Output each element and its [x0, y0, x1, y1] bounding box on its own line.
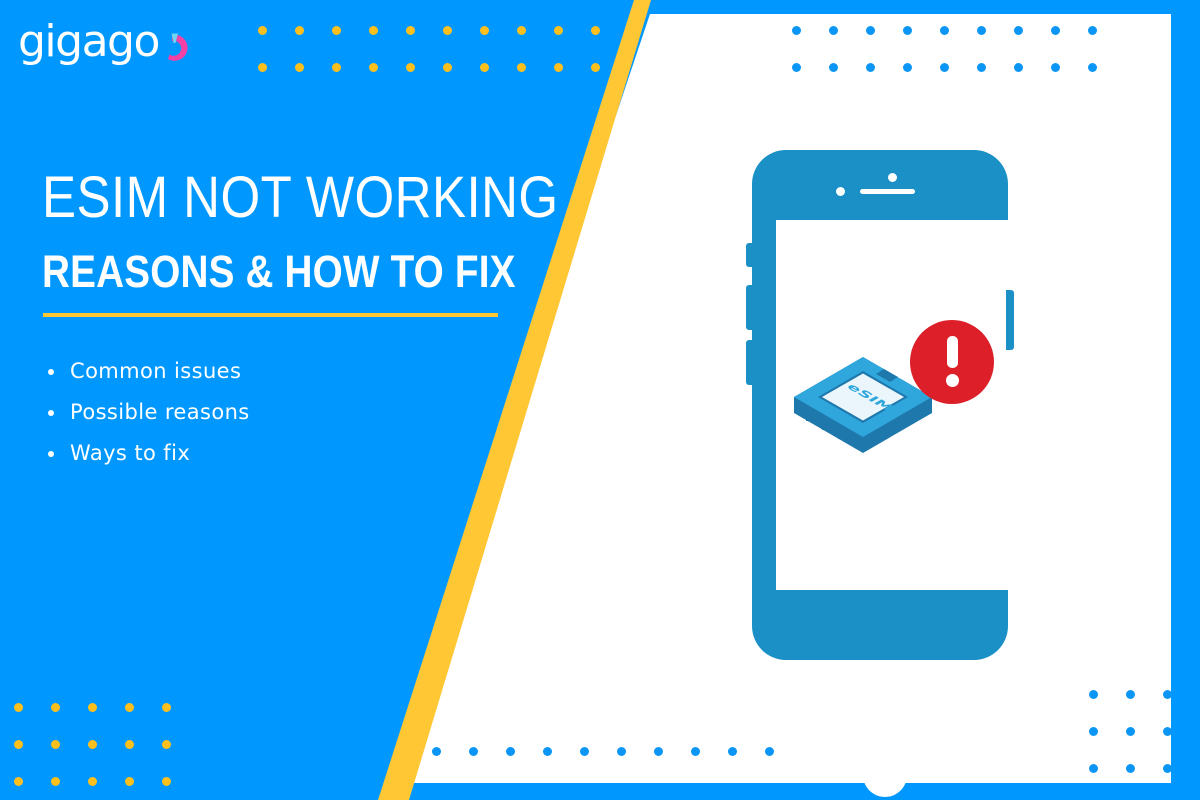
decor-dot: [591, 26, 600, 35]
gauge-arc-icon: [168, 33, 188, 61]
bullet-label: Possible reasons: [70, 400, 250, 424]
decor-dot: [765, 747, 774, 756]
decor-dot: [591, 63, 600, 72]
decor-dot: [1163, 690, 1172, 699]
phone-volume-down-button[interactable]: [746, 340, 754, 385]
decor-dot: [1089, 727, 1098, 736]
decor-dot: [162, 703, 171, 712]
decor-dot: [1126, 727, 1135, 736]
decor-dot: [51, 703, 60, 712]
decor-dot: [617, 747, 626, 756]
decor-dot: [1088, 63, 1097, 72]
decor-dot: [88, 703, 97, 712]
decor-dot: [125, 740, 134, 749]
decor-dot: [903, 63, 912, 72]
phone-power-button[interactable]: [1006, 290, 1014, 350]
decor-dot: [51, 740, 60, 749]
decor-dot: [866, 63, 875, 72]
decor-dot: [728, 747, 737, 756]
decor-dot: [940, 63, 949, 72]
decor-dot: [480, 26, 489, 35]
decor-dot: [977, 63, 986, 72]
decor-dot: [88, 777, 97, 786]
decor-dot: [829, 63, 838, 72]
decor-dot: [443, 26, 452, 35]
decor-dot: [1014, 26, 1023, 35]
phone-home-button[interactable]: [863, 753, 907, 797]
decor-dot: [14, 703, 23, 712]
decor-dot: [258, 26, 267, 35]
bullet-label: Ways to fix: [70, 441, 191, 465]
decor-dot: [469, 747, 478, 756]
phone-camera-icon: [836, 187, 845, 196]
decor-dot: [792, 63, 801, 72]
decor-dot: [480, 63, 489, 72]
phone-sensor-icon: [888, 173, 897, 182]
error-alert-badge: [910, 320, 994, 404]
list-item: Ways to fix: [44, 440, 250, 466]
decor-dot: [14, 777, 23, 786]
headline-divider: [43, 313, 498, 317]
decor-dot: [554, 63, 563, 72]
decor-dot: [1163, 764, 1172, 773]
decor-dot: [977, 26, 986, 35]
decor-dot: [88, 740, 97, 749]
decor-dot: [125, 703, 134, 712]
decor-dot: [866, 26, 875, 35]
decor-dot: [517, 26, 526, 35]
decor-dot: [332, 26, 341, 35]
decor-dot: [369, 26, 378, 35]
decor-dot: [14, 740, 23, 749]
decor-dot: [443, 63, 452, 72]
feature-bullet-list: Common issues Possible reasons Ways to f…: [44, 358, 250, 481]
poster-canvas: gigago ESIM NOT WORKING REASONS & HOW TO…: [0, 0, 1200, 800]
decor-dot: [543, 747, 552, 756]
decor-dot: [406, 63, 415, 72]
phone-volume-up-button[interactable]: [746, 285, 754, 330]
bullet-label: Common issues: [70, 359, 242, 383]
decor-dot: [517, 63, 526, 72]
decor-dot: [903, 26, 912, 35]
headline-primary: ESIM NOT WORKING: [42, 165, 559, 230]
decor-dot: [125, 777, 134, 786]
decor-dot: [295, 63, 304, 72]
list-item: Common issues: [44, 358, 250, 384]
decor-dot: [1089, 690, 1098, 699]
decor-dot: [332, 63, 341, 72]
decor-dot: [295, 26, 304, 35]
decor-dot: [1126, 690, 1135, 699]
decor-dot: [369, 63, 378, 72]
decor-dot: [792, 26, 801, 35]
brand-logo[interactable]: gigago: [18, 14, 193, 70]
decor-dot: [1051, 26, 1060, 35]
decor-dot: [1088, 26, 1097, 35]
decor-dot: [554, 26, 563, 35]
decor-dot: [1014, 63, 1023, 72]
phone-speaker-icon: [860, 189, 915, 194]
exclamation-bar-icon: [947, 336, 958, 368]
headline-secondary: REASONS & HOW TO FIX: [42, 246, 516, 297]
decor-dot: [51, 777, 60, 786]
decor-dot: [506, 747, 515, 756]
list-item: Possible reasons: [44, 399, 250, 425]
decor-dot: [162, 777, 171, 786]
decor-dot: [1163, 727, 1172, 736]
decor-dot: [1126, 764, 1135, 773]
decor-dot: [1089, 764, 1098, 773]
exclamation-dot-icon: [946, 374, 959, 387]
decor-dot: [406, 26, 415, 35]
decor-dot: [580, 747, 589, 756]
decor-dot: [829, 26, 838, 35]
phone-mute-switch[interactable]: [746, 243, 754, 267]
decor-dot: [691, 747, 700, 756]
decor-dot: [258, 63, 267, 72]
decor-dot: [432, 747, 441, 756]
decor-dot: [162, 740, 171, 749]
brand-logo-text: gigago: [18, 16, 160, 67]
decor-dot: [654, 747, 663, 756]
decor-dot: [1051, 63, 1060, 72]
decor-dot: [940, 26, 949, 35]
